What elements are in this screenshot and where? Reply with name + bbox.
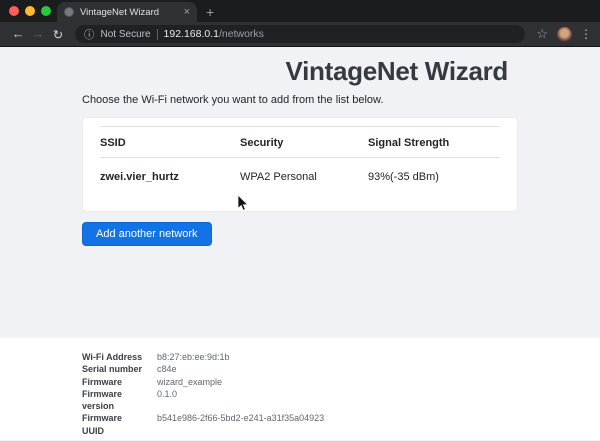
main-section: VintageNet Wizard Choose the Wi-Fi netwo…	[0, 47, 600, 338]
cell-ssid: zwei.vier_hurtz	[100, 171, 179, 183]
footer-row: Firmware wizard_example	[82, 376, 600, 388]
address-bar[interactable]: ⓘ Not Secure 192.168.0.1/networks	[75, 25, 526, 43]
footer-row: Serial number c84e	[82, 363, 600, 375]
footer-value-firmware-uuid: b541e986-2f66-5bd2-e241-a31f35a04923	[157, 413, 325, 424]
table-header-row: SSID Security Signal Strength	[100, 126, 500, 158]
mouse-cursor	[237, 195, 249, 211]
back-icon[interactable]: ←	[8, 27, 28, 41]
networks-table: SSID Security Signal Strength zwei.vier_…	[100, 126, 500, 195]
forward-icon[interactable]: →	[28, 27, 48, 41]
footer-row: Firmware UUID b541e986-2f66-5bd2-e241-a3…	[82, 412, 600, 437]
window-controls	[9, 6, 51, 16]
browser-toolbar: ← → ↻ ⓘ Not Secure 192.168.0.1/networks …	[0, 22, 600, 47]
security-status: Not Secure	[100, 28, 151, 40]
table-row[interactable]: zwei.vier_hurtz WPA2 Personal 93%(-35 dB…	[100, 158, 500, 196]
footer-label-firmware-uuid: Firmware UUID	[82, 413, 123, 436]
networks-card: SSID Security Signal Strength zwei.vier_…	[82, 117, 518, 212]
column-header-ssid: SSID	[100, 126, 240, 158]
footer-label-firmware-version: Firmware version	[82, 388, 123, 412]
page-subtitle: Choose the Wi-Fi network you want to add…	[82, 94, 384, 106]
footer-value-firmware: wizard_example	[157, 376, 223, 387]
info-icon[interactable]: ⓘ	[84, 27, 95, 42]
url-path: /networks	[219, 28, 264, 40]
page-url[interactable]: 192.168.0.1/networks	[164, 28, 264, 40]
column-header-signal-strength: Signal Strength	[368, 126, 500, 158]
minimize-window-button[interactable]	[25, 6, 35, 16]
footer-value-serial-number: c84e	[157, 364, 177, 375]
cell-security: WPA2 Personal	[240, 171, 317, 183]
profile-avatar[interactable]	[557, 26, 572, 42]
column-header-security: Security	[240, 126, 368, 158]
footer-row: Firmware version 0.1.0	[82, 388, 600, 413]
footer-value-wifi-address: b8:27:eb:ee:9d:1b	[157, 352, 230, 362]
maximize-window-button[interactable]	[41, 6, 51, 16]
close-window-button[interactable]	[9, 6, 19, 16]
omnibox-divider	[156, 28, 158, 40]
menu-kebab-icon[interactable]: ⋮	[580, 27, 592, 41]
browser-tab[interactable]: VintageNet Wizard ×	[57, 2, 197, 22]
page-body: VintageNet Wizard Choose the Wi-Fi netwo…	[0, 47, 600, 440]
tab-title: VintageNet Wizard	[80, 6, 160, 18]
footer-row: Wi-Fi Address b8:27:eb:ee:9d:1b	[82, 351, 600, 363]
url-host: 192.168.0.1	[163, 28, 219, 40]
page-title: VintageNet Wizard	[285, 56, 509, 86]
add-another-network-button[interactable]: Add another network	[82, 222, 212, 246]
cell-signal-strength: 93%(-35 dBm)	[368, 171, 439, 183]
footer-label-firmware: Firmware	[82, 376, 123, 387]
footer-value-firmware-version: 0.1.0	[157, 388, 178, 399]
new-tab-button[interactable]: +	[206, 3, 214, 21]
browser-tabstrip: VintageNet Wizard × +	[0, 0, 600, 22]
footer-label-serial-number: Serial number	[82, 364, 143, 375]
bookmark-star-icon[interactable]: ☆	[536, 26, 548, 42]
reload-icon[interactable]: ↻	[48, 27, 68, 42]
globe-favicon-icon	[64, 7, 74, 17]
device-info-footer: Wi-Fi Address b8:27:eb:ee:9d:1b Serial n…	[0, 338, 600, 440]
tab-close-icon[interactable]: ×	[184, 6, 190, 18]
footer-label-wifi-address: Wi-Fi Address	[82, 352, 143, 362]
